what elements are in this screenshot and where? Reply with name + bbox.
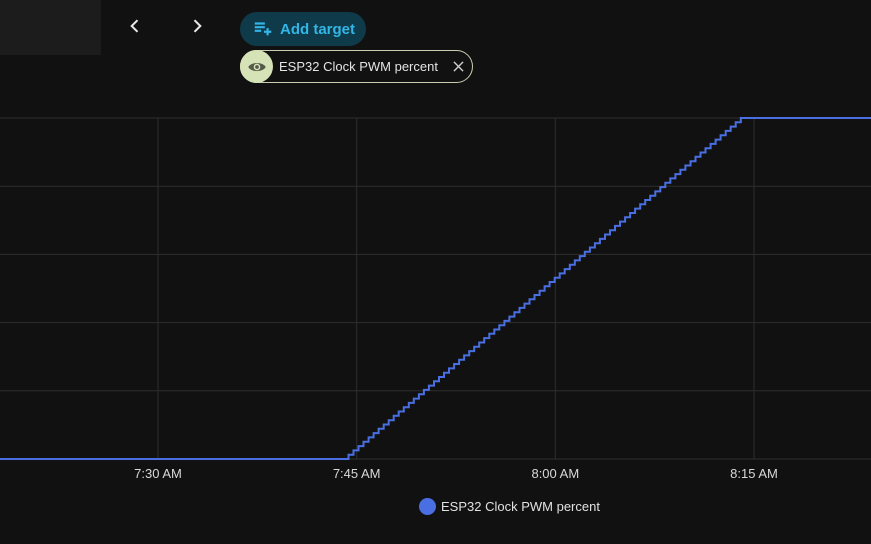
eye-icon[interactable] xyxy=(240,50,273,83)
x-tick-label: 8:00 AM xyxy=(531,466,579,481)
add-target-button[interactable]: Add target xyxy=(240,12,366,46)
legend-label: ESP32 Clock PWM percent xyxy=(441,498,600,514)
close-icon[interactable] xyxy=(451,59,465,73)
x-axis-tick-labels: 7:30 AM 7:45 AM 8:00 AM 8:15 AM xyxy=(134,466,778,481)
x-tick-label: 8:15 AM xyxy=(730,466,778,481)
add-target-label: Add target xyxy=(280,20,355,38)
x-tick-label: 7:45 AM xyxy=(333,466,381,481)
legend-item[interactable]: ESP32 Clock PWM percent xyxy=(419,496,600,516)
next-period-button[interactable] xyxy=(181,10,213,42)
legend-swatch xyxy=(419,497,436,515)
history-chart: 7:30 AM 7:45 AM 8:00 AM 8:15 AM xyxy=(0,117,871,481)
series-line xyxy=(0,117,871,460)
target-chip[interactable]: ESP32 Clock PWM percent xyxy=(240,50,473,83)
x-tick-label: 7:30 AM xyxy=(134,466,182,481)
previous-period-button[interactable] xyxy=(119,10,151,42)
chart-grid xyxy=(0,117,871,460)
date-picker[interactable] xyxy=(0,0,101,55)
target-chip-label: ESP32 Clock PWM percent xyxy=(279,59,438,74)
chevron-left-icon xyxy=(130,19,139,33)
chevron-right-icon xyxy=(193,19,202,33)
playlist-plus-icon xyxy=(252,18,274,40)
